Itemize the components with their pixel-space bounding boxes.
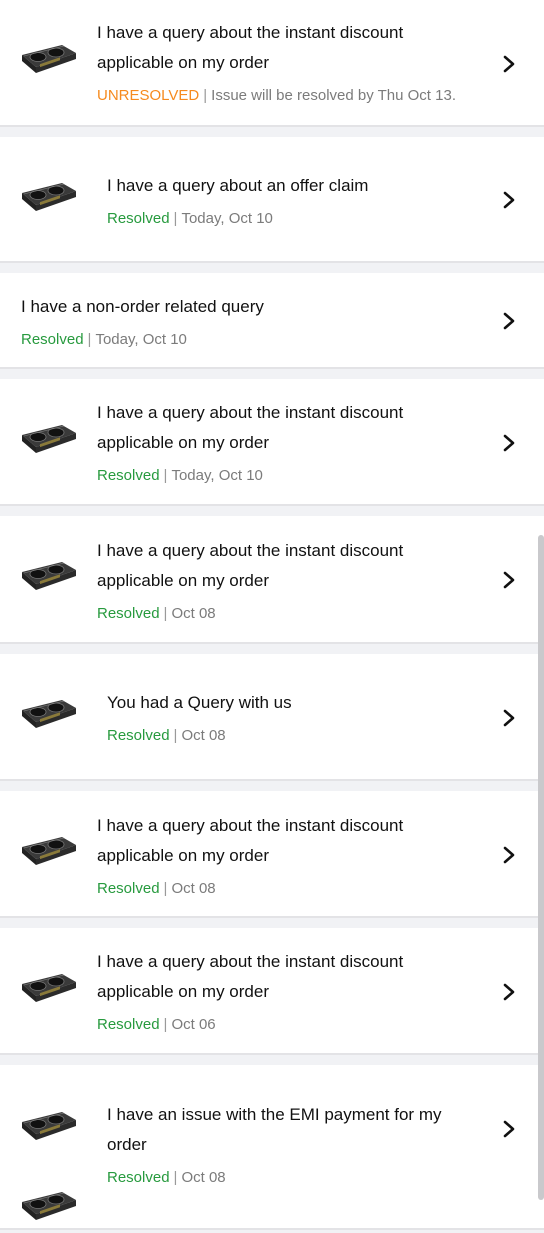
chevron-right-icon[interactable] — [502, 190, 516, 210]
product-image — [20, 698, 78, 736]
ticket-card[interactable]: I have a query about the instant discoun… — [0, 379, 544, 506]
chevron-right-icon[interactable] — [502, 1119, 516, 1139]
ticket-card[interactable]: I have a query about the instant discoun… — [0, 516, 544, 644]
separator: | — [163, 605, 168, 622]
ticket-meta: Resolved | Today, Oct 10 — [21, 330, 474, 350]
ticket-date: Issue will be resolved by Thu Oct 13. — [211, 87, 456, 104]
ticket-card[interactable]: I have an issue with the EMI payment for… — [0, 1065, 544, 1192]
status-label: Resolved — [97, 467, 160, 484]
chevron-right-icon[interactable] — [502, 982, 516, 1002]
separator: | — [163, 467, 168, 484]
separator: | — [87, 331, 92, 348]
status-label: Resolved — [97, 1016, 160, 1033]
ticket-meta: Resolved | Oct 08 — [97, 879, 474, 899]
ticket-date: Today, Oct 10 — [171, 467, 263, 484]
ticket-title: I have an issue with the EMI payment for… — [107, 1105, 442, 1154]
ticket-meta: Resolved | Oct 06 — [97, 1015, 474, 1035]
ticket-date: Oct 08 — [181, 1169, 226, 1186]
ticket-title: I have a query about the instant discoun… — [97, 541, 404, 590]
status-label: Resolved — [97, 880, 160, 897]
ticket-date: Today, Oct 10 — [181, 210, 273, 227]
product-image — [20, 1190, 78, 1228]
ticket-title: You had a Query with us — [107, 693, 292, 712]
ticket-title: I have a query about the instant discoun… — [97, 816, 404, 865]
ticket-title: I have a non-order related query — [21, 297, 264, 316]
ticket-date: Oct 08 — [181, 727, 226, 744]
ticket-title: I have a query about the instant discoun… — [97, 952, 404, 1001]
separator: | — [163, 1016, 168, 1033]
ticket-card[interactable]: I have a query about the instant discoun… — [0, 928, 544, 1055]
status-label: Resolved — [107, 1169, 170, 1186]
product-image — [20, 1110, 78, 1148]
ticket-card[interactable] — [0, 1190, 544, 1230]
status-label: Resolved — [107, 727, 170, 744]
ticket-date: Oct 08 — [171, 605, 216, 622]
separator: | — [173, 210, 178, 227]
chevron-right-icon[interactable] — [502, 845, 516, 865]
separator: | — [173, 727, 178, 744]
ticket-title: I have a query about the instant discoun… — [97, 23, 404, 72]
ticket-title: I have a query about the instant discoun… — [97, 403, 404, 452]
ticket-card[interactable]: I have a non-order related query Resolved… — [0, 273, 544, 369]
chevron-right-icon[interactable] — [502, 54, 516, 74]
ticket-date: Oct 06 — [171, 1016, 216, 1033]
ticket-meta: Resolved | Today, Oct 10 — [97, 466, 474, 486]
product-image — [20, 972, 78, 1010]
product-image — [20, 560, 78, 598]
ticket-card[interactable]: I have a query about the instant discoun… — [0, 791, 544, 918]
ticket-meta: Resolved | Oct 08 — [107, 1168, 474, 1188]
chevron-right-icon[interactable] — [502, 433, 516, 453]
ticket-title: I have a query about an offer claim — [107, 176, 369, 195]
ticket-card[interactable]: I have a query about an offer claim Resol… — [0, 137, 544, 263]
product-image — [20, 43, 78, 81]
status-label: Resolved — [97, 605, 160, 622]
status-label: UNRESOLVED — [97, 87, 200, 104]
ticket-date: Today, Oct 10 — [95, 331, 187, 348]
status-label: Resolved — [107, 210, 170, 227]
separator: | — [203, 87, 208, 104]
product-image — [20, 423, 78, 461]
ticket-date: Oct 08 — [171, 880, 216, 897]
separator: | — [163, 880, 168, 897]
status-label: Resolved — [21, 331, 84, 348]
ticket-meta: UNRESOLVED | Issue will be resolved by Thu… — [97, 86, 474, 106]
ticket-card[interactable]: You had a Query with us Resolved | Oct 08 — [0, 654, 544, 781]
scrollbar[interactable] — [538, 535, 544, 1200]
chevron-right-icon[interactable] — [502, 311, 516, 331]
chevron-right-icon[interactable] — [502, 708, 516, 728]
ticket-meta: Resolved | Oct 08 — [97, 604, 474, 624]
product-image — [20, 181, 78, 219]
chevron-right-icon[interactable] — [502, 570, 516, 590]
separator: | — [173, 1169, 178, 1186]
ticket-meta: Resolved | Oct 08 — [107, 726, 474, 746]
ticket-card[interactable]: I have a query about the instant discoun… — [0, 0, 544, 127]
ticket-meta: Resolved | Today, Oct 10 — [107, 209, 474, 229]
product-image — [20, 835, 78, 873]
